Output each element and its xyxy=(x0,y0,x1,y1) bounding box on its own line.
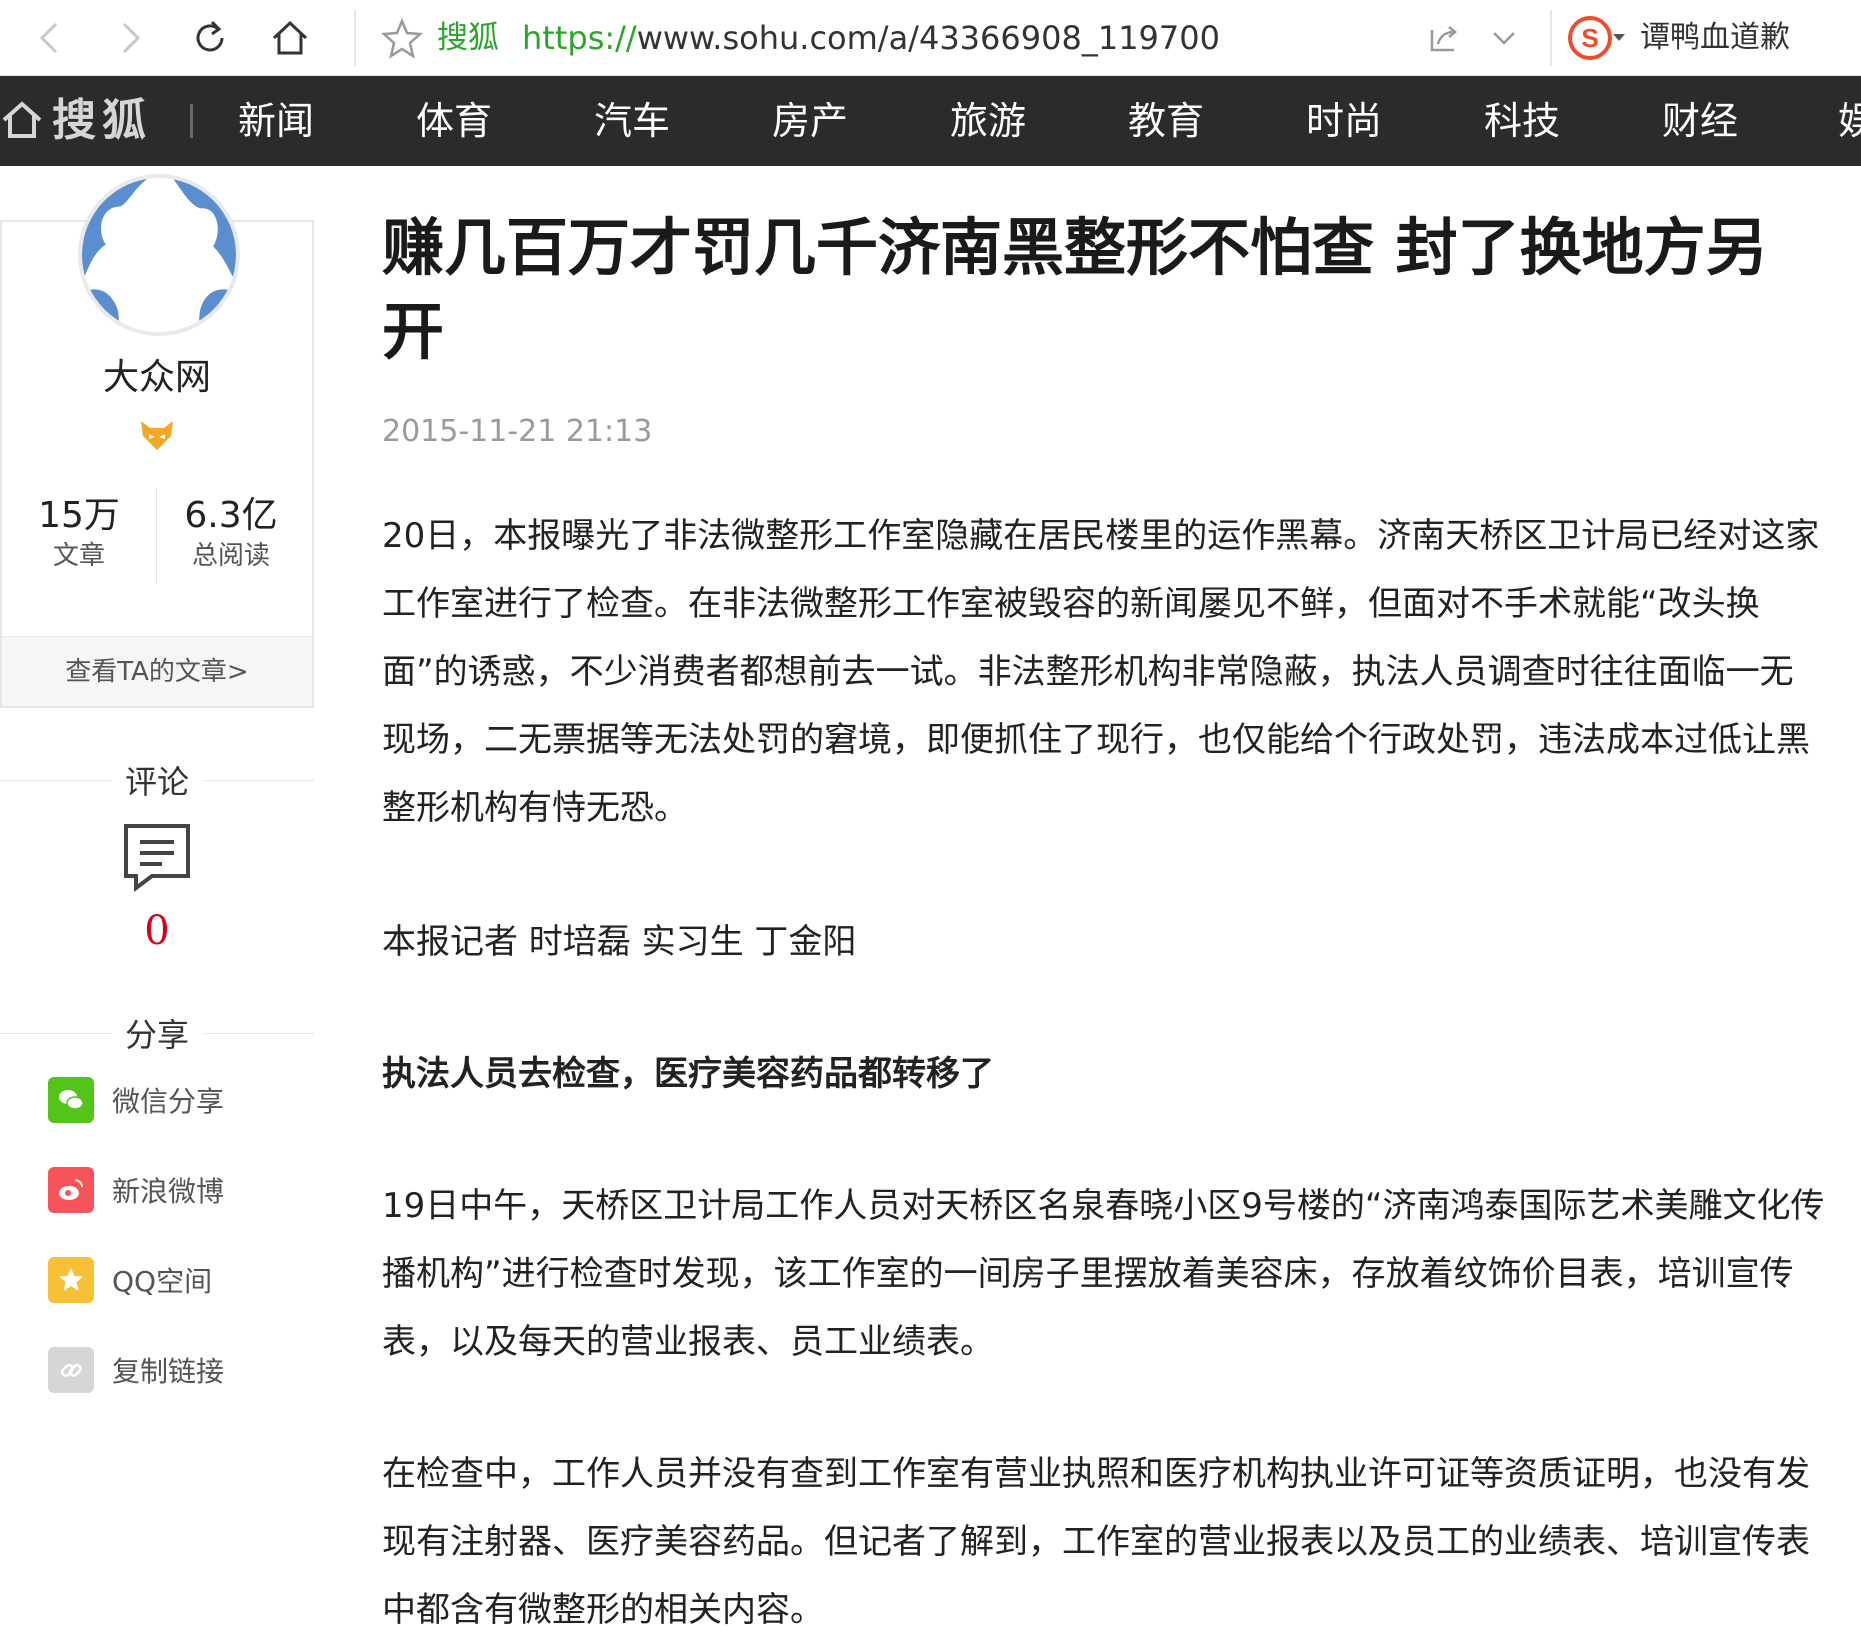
reload-icon xyxy=(196,20,224,52)
article-byline: 本报记者 时培磊 实习生 丁金阳 xyxy=(382,922,857,962)
articles-stat: 15万 文章 xyxy=(4,494,154,574)
nav-item-travel[interactable]: 旅游 xyxy=(950,94,1026,148)
articles-label: 文章 xyxy=(52,541,105,571)
fox-badge-icon xyxy=(141,421,173,450)
article-paragraph: 20日，本报曝光了非法微整形工作室隐藏在居民楼里的运作黑幕。济南天桥区卫计局已经… xyxy=(382,516,1820,828)
nav-item-tech[interactable]: 科技 xyxy=(1484,94,1560,148)
home-icon[interactable] xyxy=(0,98,44,142)
comment-icon[interactable] xyxy=(122,822,192,892)
url-path: www.sohu.com/a/43366908_119700 xyxy=(636,19,1220,57)
chevron-down-icon[interactable] xyxy=(1484,18,1524,58)
nav-item-entertainment[interactable]: 娱 xyxy=(1838,94,1861,148)
share-weibo-label: 新浪微博 xyxy=(112,1175,225,1208)
comment-section-title: 评论 xyxy=(0,760,314,804)
nav-item-auto[interactable]: 汽车 xyxy=(594,94,670,148)
caret-down-icon[interactable] xyxy=(1612,30,1626,44)
article-paragraph: 19日中午，天桥区卫计局工作人员对天桥区名泉春晓小区9号楼的“济南鸿泰国际艺术美… xyxy=(382,1186,1825,1362)
search-box[interactable]: 谭鸭血道歉 xyxy=(1640,16,1790,60)
nav-item-news[interactable]: 新闻 xyxy=(238,94,314,148)
back-button[interactable] xyxy=(24,12,76,64)
address-bar[interactable]: https://www.sohu.com/a/43366908_119700 xyxy=(522,16,1220,60)
share-section-title: 分享 xyxy=(0,1013,314,1057)
sohu-logo[interactable]: 搜狐 xyxy=(52,94,152,148)
article-date: 2015-11-21 21:13 xyxy=(382,414,653,449)
browser-toolbar: 搜狐 https://www.sohu.com/a/43366908_11970… xyxy=(0,0,1861,76)
copy-link-button[interactable]: 复制链接 xyxy=(48,1346,224,1394)
share-wechat-label: 微信分享 xyxy=(112,1085,225,1118)
share-qzone-button[interactable]: QQ空间 xyxy=(48,1256,212,1304)
sogou-search-engine-icon[interactable]: S xyxy=(1566,14,1614,62)
url-scheme: https:// xyxy=(522,19,637,57)
nav-item-education[interactable]: 教育 xyxy=(1128,94,1204,148)
bookmark-star-icon[interactable] xyxy=(380,16,424,60)
share-icon[interactable] xyxy=(1424,18,1464,58)
home-button[interactable] xyxy=(264,12,316,64)
article-title: 赚几百万才罚几千济南黑整形不怕查 封了换地方另开 xyxy=(382,211,1768,368)
avatar[interactable] xyxy=(78,174,240,336)
nav-item-finance[interactable]: 财经 xyxy=(1662,94,1738,148)
comment-title-text: 评论 xyxy=(110,763,203,801)
reload-button[interactable] xyxy=(184,12,236,64)
site-nav: 搜狐 新闻 体育 汽车 房产 旅游 教育 时尚 科技 财经 娱 xyxy=(0,76,1861,166)
comment-count[interactable]: 0 xyxy=(0,906,314,956)
articles-count: 15万 xyxy=(38,495,120,536)
weibo-icon xyxy=(48,1167,94,1213)
qzone-star-icon xyxy=(48,1257,94,1303)
article-paragraph: 在检查中，工作人员并没有查到工作室有营业执照和医疗机构执业许可证等资质证明，也没… xyxy=(382,1454,1810,1630)
nav-item-realestate[interactable]: 房产 xyxy=(772,94,848,148)
nav-item-fashion[interactable]: 时尚 xyxy=(1306,94,1382,148)
share-wechat-button[interactable]: 微信分享 xyxy=(48,1076,224,1124)
view-author-articles-link[interactable]: 查看TA的文章> xyxy=(2,636,312,706)
copy-link-label: 复制链接 xyxy=(112,1355,225,1388)
wechat-icon xyxy=(48,1077,94,1123)
toolbar-divider xyxy=(1550,10,1552,66)
link-icon xyxy=(48,1347,94,1393)
article-subheading: 执法人员去检查，医疗美容药品都转移了 xyxy=(382,1054,994,1094)
forward-button[interactable] xyxy=(104,12,156,64)
nav-item-sports[interactable]: 体育 xyxy=(416,94,492,148)
chevron-left-icon xyxy=(39,22,58,54)
reads-stat: 6.3亿 总阅读 xyxy=(156,494,306,574)
share-title-text: 分享 xyxy=(110,1016,203,1054)
chevron-right-icon xyxy=(122,22,141,54)
share-qzone-label: QQ空间 xyxy=(112,1265,213,1298)
reads-label: 总阅读 xyxy=(191,541,270,571)
author-name[interactable]: 大众网 xyxy=(0,354,314,402)
home-icon xyxy=(272,20,308,55)
reads-count: 6.3亿 xyxy=(184,495,278,536)
fox-avatar-icon xyxy=(82,178,236,332)
svg-text:S: S xyxy=(1581,23,1598,53)
share-weibo-button[interactable]: 新浪微博 xyxy=(48,1166,224,1214)
site-label: 搜狐 xyxy=(437,20,499,56)
toolbar-divider xyxy=(354,10,356,66)
nav-divider xyxy=(190,104,193,138)
